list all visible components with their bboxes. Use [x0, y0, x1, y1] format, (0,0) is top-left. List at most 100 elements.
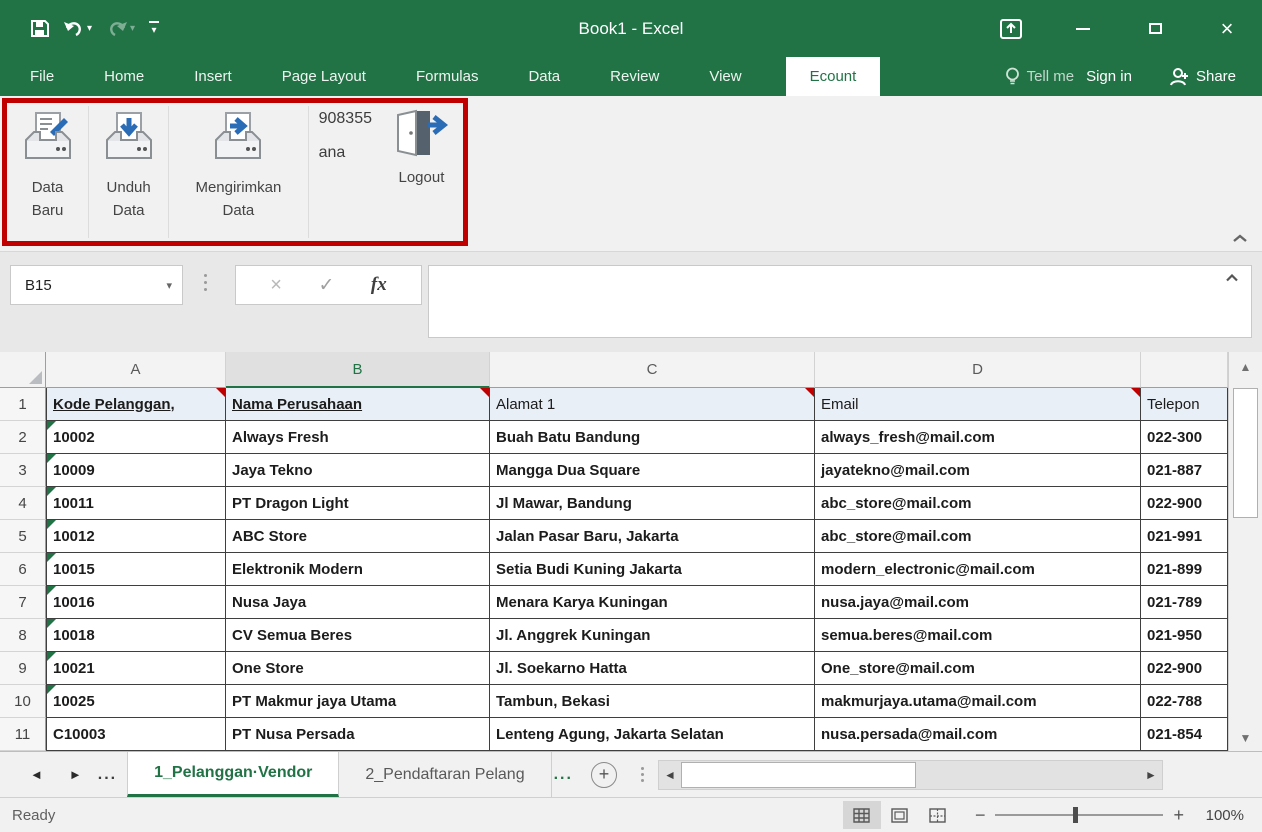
cell-E10[interactable]: 022-788	[1141, 685, 1228, 718]
cell-A5[interactable]: 10012	[46, 520, 226, 553]
name-box-caret-icon[interactable]: ▾	[166, 279, 172, 292]
cell-D7[interactable]: nusa.jaya@mail.com	[815, 586, 1141, 619]
cell-C8[interactable]: Jl. Anggrek Kuningan	[490, 619, 815, 652]
row-header-5[interactable]: 5	[0, 520, 46, 553]
sheet-nav-right-icon[interactable]: ►	[69, 767, 82, 782]
cell-D3[interactable]: jayatekno@mail.com	[815, 454, 1141, 487]
cell-B7[interactable]: Nusa Jaya	[226, 586, 490, 619]
tab-file[interactable]: File	[28, 57, 56, 96]
cell-D4[interactable]: abc_store@mail.com	[815, 487, 1141, 520]
redo-button[interactable]: ▾	[106, 20, 135, 37]
cell-E8[interactable]: 021-950	[1141, 619, 1228, 652]
scroll-right-icon[interactable]: ►	[1140, 768, 1162, 782]
zoom-out-button[interactable]: −	[975, 805, 986, 826]
cell-B10[interactable]: PT Makmur jaya Utama	[226, 685, 490, 718]
cell-C9[interactable]: Jl. Soekarno Hatta	[490, 652, 815, 685]
cell-B3[interactable]: Jaya Tekno	[226, 454, 490, 487]
tab-view[interactable]: View	[707, 57, 743, 96]
sheet-tab-pendaftaran[interactable]: 2_Pendaftaran Pelang	[339, 752, 551, 797]
cell-C5[interactable]: Jalan Pasar Baru, Jakarta	[490, 520, 815, 553]
sheet-nav-more[interactable]: ...	[98, 766, 127, 784]
zoom-slider-handle[interactable]	[1073, 807, 1078, 823]
cell-D11[interactable]: nusa.persada@mail.com	[815, 718, 1141, 751]
formula-bar-splitter[interactable]	[204, 274, 207, 291]
cell-E11[interactable]: 021-854	[1141, 718, 1228, 751]
cell-A1[interactable]: Kode Pelanggan,	[46, 388, 226, 421]
normal-view-icon[interactable]	[843, 801, 881, 829]
cell-E2[interactable]: 022-300	[1141, 421, 1228, 454]
row-header-2[interactable]: 2	[0, 421, 46, 454]
cell-A10[interactable]: 10025	[46, 685, 226, 718]
ribbon-display-options-icon[interactable]	[998, 16, 1024, 42]
cell-B6[interactable]: Elektronik Modern	[226, 553, 490, 586]
minimize-button[interactable]	[1070, 16, 1096, 42]
row-header-6[interactable]: 6	[0, 553, 46, 586]
cell-C4[interactable]: Jl Mawar, Bandung	[490, 487, 815, 520]
mengirimkan-data-button[interactable]: MengirimkanData	[169, 103, 307, 241]
cell-B5[interactable]: ABC Store	[226, 520, 490, 553]
cell-B4[interactable]: PT Dragon Light	[226, 487, 490, 520]
cell-E1[interactable]: Telepon	[1141, 388, 1228, 421]
cell-A3[interactable]: 10009	[46, 454, 226, 487]
customize-qat-icon[interactable]: ▾	[149, 21, 159, 36]
cell-D5[interactable]: abc_store@mail.com	[815, 520, 1141, 553]
zoom-in-button[interactable]: +	[1173, 805, 1184, 826]
column-header-c[interactable]: C	[490, 352, 815, 388]
row-header-10[interactable]: 10	[0, 685, 46, 718]
undo-button[interactable]: ▾	[63, 20, 92, 37]
column-header-b[interactable]: B	[226, 352, 490, 388]
enter-icon[interactable]: ✓	[318, 274, 334, 297]
unduh-data-button[interactable]: UnduhData	[89, 103, 168, 241]
cell-D10[interactable]: makmurjaya.utama@mail.com	[815, 685, 1141, 718]
share-button[interactable]: Share	[1170, 67, 1236, 86]
column-header-d[interactable]: D	[815, 352, 1141, 388]
cancel-icon[interactable]: ×	[270, 274, 282, 297]
tab-ecount[interactable]: Ecount	[786, 57, 881, 96]
tab-page-layout[interactable]: Page Layout	[280, 57, 368, 96]
tell-me-box[interactable]: Tell me	[1005, 67, 1075, 87]
collapse-ribbon-icon[interactable]	[1232, 234, 1248, 243]
save-icon[interactable]	[30, 19, 49, 38]
cell-A11[interactable]: C10003	[46, 718, 226, 751]
row-header-3[interactable]: 3	[0, 454, 46, 487]
cell-B9[interactable]: One Store	[226, 652, 490, 685]
tab-formulas[interactable]: Formulas	[414, 57, 481, 96]
cell-E9[interactable]: 022-900	[1141, 652, 1228, 685]
horizontal-scroll-thumb[interactable]	[681, 762, 916, 788]
zoom-level[interactable]: 100%	[1198, 807, 1244, 824]
cell-E7[interactable]: 021-789	[1141, 586, 1228, 619]
cell-E4[interactable]: 022-900	[1141, 487, 1228, 520]
vertical-scrollbar[interactable]: ▲ ▼	[1228, 352, 1262, 751]
more-sheets-indicator[interactable]: ...	[552, 766, 581, 784]
tab-home[interactable]: Home	[102, 57, 146, 96]
tab-insert[interactable]: Insert	[192, 57, 234, 96]
maximize-button[interactable]	[1142, 16, 1168, 42]
redo-caret-icon[interactable]: ▾	[130, 23, 135, 34]
cell-A4[interactable]: 10011	[46, 487, 226, 520]
cell-A9[interactable]: 10021	[46, 652, 226, 685]
cell-D6[interactable]: modern_electronic@mail.com	[815, 553, 1141, 586]
cell-D8[interactable]: semua.beres@mail.com	[815, 619, 1141, 652]
cell-C2[interactable]: Buah Batu Bandung	[490, 421, 815, 454]
expand-formula-bar-icon[interactable]	[1225, 274, 1239, 282]
tab-bar-splitter[interactable]	[641, 767, 644, 782]
cell-C3[interactable]: Mangga Dua Square	[490, 454, 815, 487]
row-header-11[interactable]: 11	[0, 718, 46, 751]
row-header-1[interactable]: 1	[0, 388, 46, 421]
column-header-a[interactable]: A	[46, 352, 226, 388]
row-header-7[interactable]: 7	[0, 586, 46, 619]
cell-B1[interactable]: Nama Perusahaan	[226, 388, 490, 421]
vertical-scroll-thumb[interactable]	[1233, 388, 1258, 518]
row-header-4[interactable]: 4	[0, 487, 46, 520]
page-layout-view-icon[interactable]	[881, 801, 919, 829]
scroll-up-icon[interactable]: ▲	[1229, 360, 1262, 374]
insert-function-icon[interactable]: fx	[371, 274, 387, 296]
cell-C11[interactable]: Lenteng Agung, Jakarta Selatan	[490, 718, 815, 751]
name-box[interactable]: B15 ▾	[10, 265, 183, 305]
cell-D2[interactable]: always_fresh@mail.com	[815, 421, 1141, 454]
cell-A6[interactable]: 10015	[46, 553, 226, 586]
cell-C6[interactable]: Setia Budi Kuning Jakarta	[490, 553, 815, 586]
sign-in-button[interactable]: Sign in	[1086, 68, 1132, 85]
cell-B8[interactable]: CV Semua Beres	[226, 619, 490, 652]
cell-D9[interactable]: One_store@mail.com	[815, 652, 1141, 685]
